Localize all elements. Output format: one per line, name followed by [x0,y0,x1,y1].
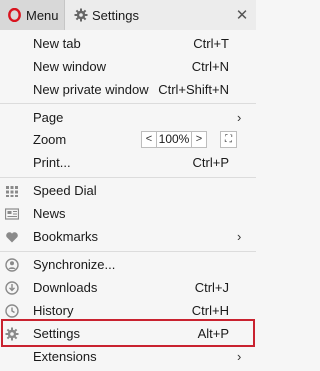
menu-item-downloads[interactable]: Downloads Ctrl+J [0,276,256,300]
menu-item-label: Page [33,110,64,125]
menu-button[interactable]: Menu [0,0,65,30]
menu-item-extensions[interactable]: Extensions › [0,345,256,369]
menu-item-news[interactable]: News [0,202,256,226]
menu-item-label: Bookmarks [33,229,99,244]
menu-item-label: Extensions [33,349,97,364]
menu-item-label: New window [33,59,106,74]
menu-item-synchronize[interactable]: Synchronize... [0,253,256,277]
menu-button-label: Menu [26,8,59,23]
fullscreen-button[interactable]: ⛶ [220,131,237,148]
menu-item-bookmarks[interactable]: Bookmarks › [0,225,256,249]
menu-item-zoom: Zoom < 100% > ⛶ [0,128,256,152]
menu-item-new-window[interactable]: New window Ctrl+N [0,55,256,79]
chevron-right-icon: › [237,349,242,364]
menu-item-shortcut: Ctrl+J [194,280,229,295]
menu-topbar: Menu Settings ✕ [0,0,256,30]
heart-icon [5,230,19,244]
menu-item-speed-dial[interactable]: Speed Dial [0,179,256,203]
tab-settings[interactable]: Settings [65,0,256,30]
menu-separator [0,103,256,104]
menu-item-label: History [33,303,74,318]
opera-logo-icon [8,7,21,25]
menu-item-page[interactable]: Page › [0,106,256,130]
chevron-right-icon: › [237,229,242,244]
chevron-right-icon: › [237,110,242,125]
menu-item-new-private-window[interactable]: New private window Ctrl+Shift+N [0,78,256,102]
tab-settings-label: Settings [92,8,139,23]
menu-item-shortcut: Ctrl+P [192,155,229,170]
menu-item-label: Synchronize... [33,257,116,272]
menu-item-print[interactable]: Print... Ctrl+P [0,151,256,175]
menu-item-label: News [33,206,66,221]
zoom-decrease-button[interactable]: < [141,131,157,148]
sync-icon [5,258,19,272]
menu-item-label: Speed Dial [33,183,97,198]
grid-icon [5,184,19,198]
zoom-increase-button[interactable]: > [191,131,207,148]
zoom-level-value: 100% [157,131,191,148]
menu-item-shortcut: Ctrl+Shift+N [158,82,229,97]
menu-item-label: Zoom [33,132,67,147]
clock-icon [5,304,19,318]
menu-item-shortcut: Ctrl+H [191,303,229,318]
menu-item-label: Print... [33,155,71,170]
settings-highlight-box [1,319,255,347]
menu-item-new-tab[interactable]: New tab Ctrl+T [0,32,256,56]
menu-item-shortcut: Ctrl+T [193,36,229,51]
news-icon [4,207,20,221]
close-icon[interactable]: ✕ [234,6,250,24]
menu-item-shortcut: Ctrl+N [191,59,229,74]
download-icon [5,281,19,295]
gear-icon [74,8,88,25]
menu-separator [0,251,256,252]
menu-item-label: New tab [33,36,81,51]
menu-item-label: New private window [33,82,149,97]
menu-item-label: Downloads [33,280,98,295]
menu-separator [0,177,256,178]
